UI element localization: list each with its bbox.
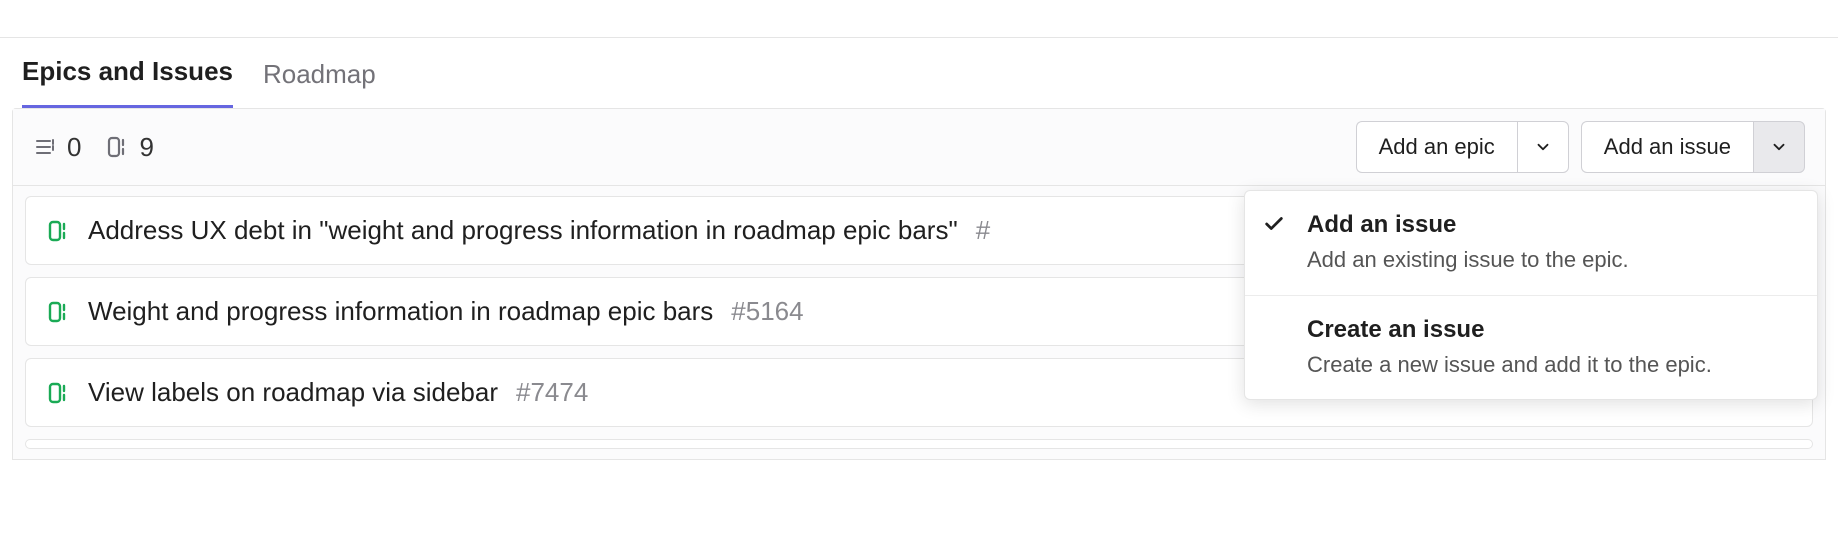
chevron-down-icon [1534, 138, 1552, 156]
issue-open-icon [46, 300, 70, 324]
add-issue-group: Add an issue [1581, 121, 1805, 173]
add-epic-group: Add an epic [1356, 121, 1569, 173]
dropdown-item-desc: Add an existing issue to the epic. [1307, 245, 1795, 275]
dropdown-item-add-existing[interactable]: Add an issue Add an existing issue to th… [1245, 191, 1817, 295]
chevron-down-icon [1770, 138, 1788, 156]
add-epic-button[interactable]: Add an epic [1356, 121, 1517, 173]
check-icon [1263, 213, 1285, 235]
issue-count: 9 [105, 132, 153, 163]
issue-count-value: 9 [139, 132, 153, 163]
counts: 0 9 [33, 132, 154, 163]
add-issue-caret[interactable] [1753, 121, 1805, 173]
dropdown-item-title: Add an issue [1307, 211, 1795, 239]
list-item [25, 439, 1813, 449]
tab-epics-issues[interactable]: Epics and Issues [22, 56, 233, 108]
issue-title: Address UX debt in "weight and progress … [88, 215, 958, 246]
tab-roadmap[interactable]: Roadmap [263, 59, 376, 108]
issue-ref: #7474 [516, 377, 588, 408]
epic-count: 0 [33, 132, 81, 163]
issue-open-icon [46, 219, 70, 243]
add-epic-caret[interactable] [1517, 121, 1569, 173]
epic-count-value: 0 [67, 132, 81, 163]
issue-open-icon [46, 381, 70, 405]
tabs: Epics and Issues Roadmap [0, 38, 1838, 108]
toolbar: 0 9 Add an epic [13, 109, 1825, 186]
issue-ref: # [976, 215, 990, 246]
toolbar-actions: Add an epic Add an issue [1356, 121, 1805, 173]
add-issue-dropdown: Add an issue Add an existing issue to th… [1244, 190, 1818, 400]
issue-ref: #5164 [731, 296, 803, 327]
dropdown-item-title: Create an issue [1307, 316, 1795, 344]
issue-title: View labels on roadmap via sidebar [88, 377, 498, 408]
epic-icon [33, 135, 57, 159]
issue-icon [105, 135, 129, 159]
add-issue-button[interactable]: Add an issue [1581, 121, 1753, 173]
issue-title: Weight and progress information in roadm… [88, 296, 713, 327]
dropdown-item-desc: Create a new issue and add it to the epi… [1307, 350, 1795, 380]
dropdown-item-create-new[interactable]: Create an issue Create a new issue and a… [1245, 295, 1817, 400]
